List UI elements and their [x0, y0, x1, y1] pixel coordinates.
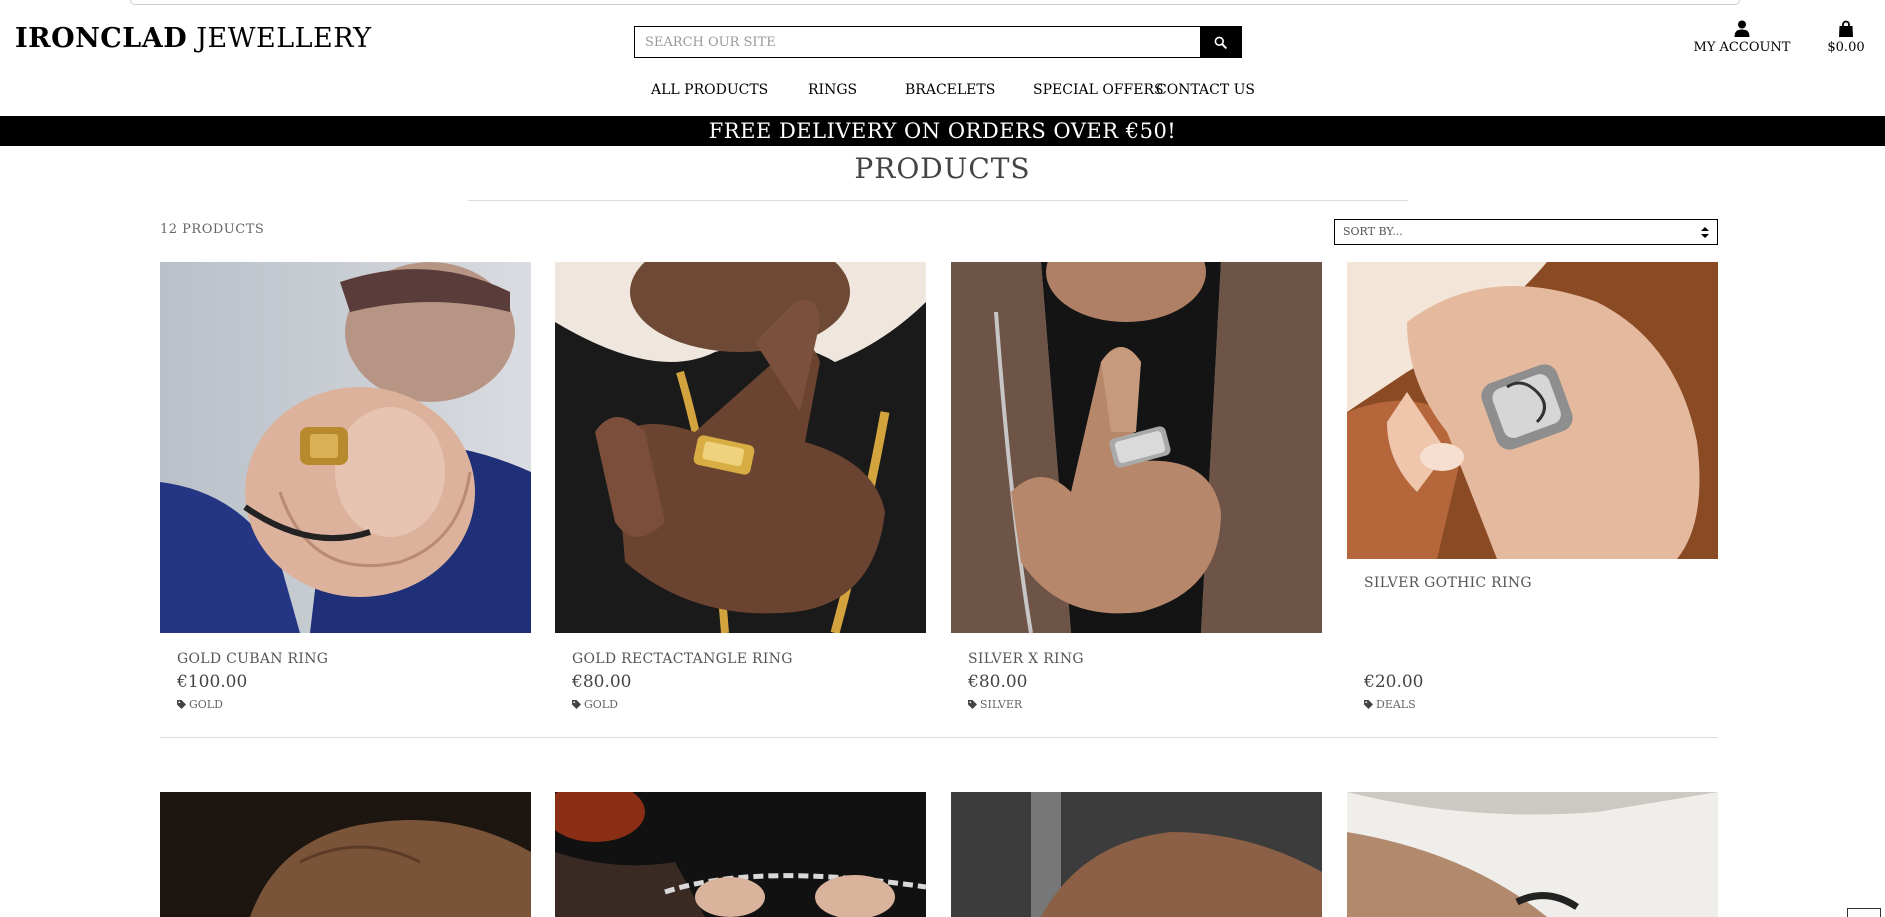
tag-icon [968, 700, 977, 709]
site-header: IRONCLAD JEWELLERY MY ACCOUNT $0.00 ALL … [0, 0, 1885, 116]
nav-bracelets[interactable]: BRACELETS [905, 82, 995, 98]
scroll-to-top-button[interactable] [1847, 908, 1881, 917]
product-price: €100.00 [177, 672, 248, 692]
tag-icon [572, 700, 581, 709]
product-card[interactable]: GOLD CUBAN RING €100.00 GOLD [160, 262, 531, 711]
product-image[interactable] [555, 792, 926, 917]
product-photo [555, 262, 926, 633]
nav-rings[interactable]: RINGS [808, 82, 857, 98]
sort-select[interactable]: SORT BY... [1334, 219, 1718, 245]
logo-text-light: JEWELLERY [196, 23, 372, 54]
select-arrows-icon [1701, 226, 1709, 238]
product-photo [951, 262, 1322, 633]
nav-contact-us[interactable]: CONTACT US [1156, 82, 1255, 98]
tag-icon [1364, 700, 1373, 709]
cart-total: $0.00 [1827, 40, 1865, 55]
cart-link[interactable]: $0.00 [1822, 20, 1870, 55]
page-title: PRODUCTS [854, 152, 1031, 185]
product-name[interactable]: SILVER GOTHIC RING [1364, 575, 1532, 591]
product-card[interactable]: GOLD RECTACTANGLE RING €80.00 GOLD [555, 262, 926, 711]
product-count: 12 PRODUCTS [160, 222, 265, 237]
product-photo [160, 792, 531, 917]
nav-special-offers[interactable]: SPECIAL OFFERS [1033, 82, 1164, 98]
product-category[interactable]: GOLD [177, 698, 223, 711]
product-category-label: GOLD [189, 698, 223, 711]
product-price: €80.00 [968, 672, 1028, 692]
user-icon [1734, 20, 1750, 37]
product-card[interactable]: SILVER X RING €80.00 SILVER [951, 262, 1322, 711]
product-image[interactable] [951, 262, 1322, 633]
product-image[interactable] [951, 792, 1322, 917]
product-image[interactable] [1347, 792, 1718, 917]
product-name[interactable]: GOLD CUBAN RING [177, 651, 328, 667]
logo-text-bold: IRONCLAD [15, 23, 188, 54]
product-image[interactable] [160, 792, 531, 917]
sort-select-value: SORT BY... [1343, 225, 1403, 238]
product-category-label: SILVER [980, 698, 1023, 711]
product-category-label: DEALS [1376, 698, 1416, 711]
row-divider [160, 737, 1718, 738]
my-account-label: MY ACCOUNT [1693, 40, 1791, 55]
product-card[interactable] [1347, 792, 1718, 917]
nav-all-products[interactable]: ALL PRODUCTS [651, 82, 768, 98]
product-card[interactable] [951, 792, 1322, 917]
search-button[interactable] [1200, 27, 1241, 57]
product-photo [1347, 792, 1718, 917]
product-image[interactable] [1347, 262, 1718, 559]
product-category[interactable]: SILVER [968, 698, 1022, 711]
my-account-link[interactable]: MY ACCOUNT [1690, 20, 1794, 55]
product-image[interactable] [555, 262, 926, 633]
product-price: €20.00 [1364, 672, 1424, 692]
product-name[interactable]: SILVER X RING [968, 651, 1084, 667]
product-photo [555, 792, 926, 917]
title-divider [468, 200, 1408, 201]
product-card[interactable]: SILVER GOTHIC RING €20.00 DEALS [1347, 262, 1718, 711]
product-card[interactable] [555, 792, 926, 917]
product-image[interactable] [160, 262, 531, 633]
search-icon [1214, 36, 1227, 49]
product-photo [160, 262, 531, 633]
site-logo[interactable]: IRONCLAD JEWELLERY [15, 23, 372, 54]
product-category[interactable]: DEALS [1364, 698, 1416, 711]
product-card[interactable] [160, 792, 531, 917]
tag-icon [177, 700, 186, 709]
product-price: €80.00 [572, 672, 632, 692]
shopping-bag-icon [1839, 20, 1853, 37]
product-name[interactable]: GOLD RECTACTANGLE RING [572, 651, 793, 667]
product-photo [951, 792, 1322, 917]
product-photo [1347, 262, 1718, 559]
search-form [634, 26, 1242, 58]
product-category-label: GOLD [584, 698, 618, 711]
free-delivery-banner: FREE DELIVERY ON ORDERS OVER €50! [0, 116, 1885, 146]
product-category[interactable]: GOLD [572, 698, 618, 711]
search-input[interactable] [635, 27, 1200, 57]
